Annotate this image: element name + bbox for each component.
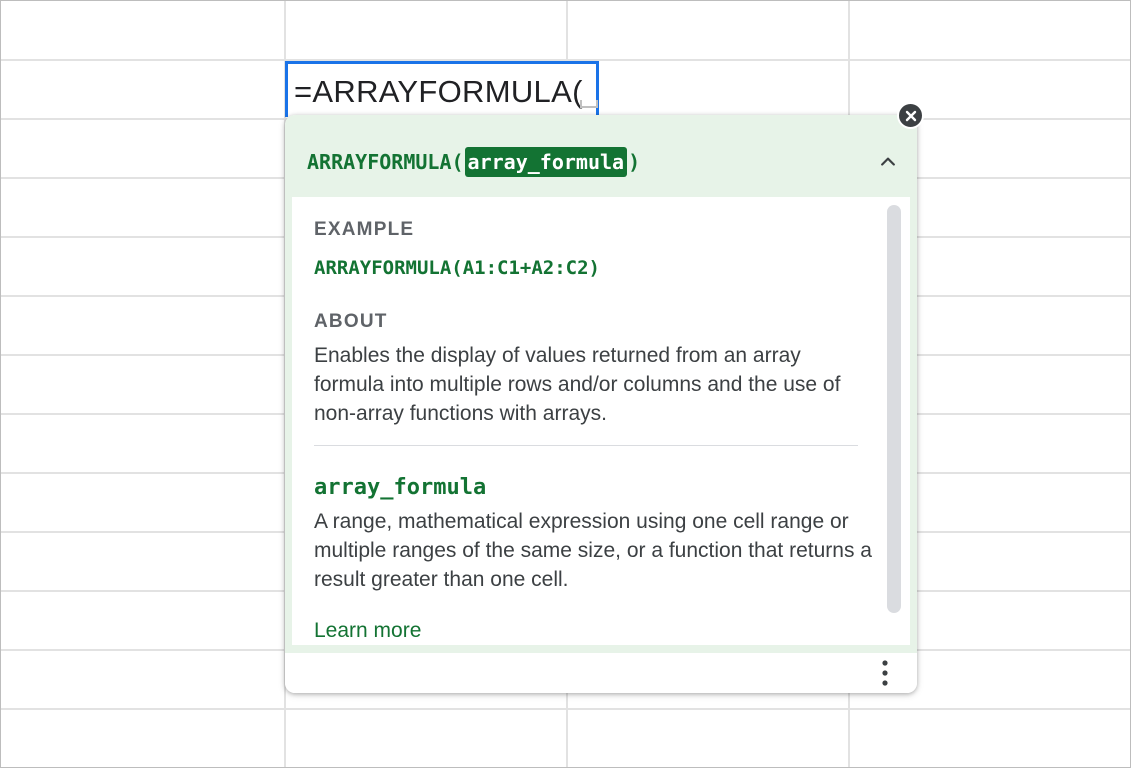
section-divider [314, 445, 858, 446]
parameter-name: array_formula [314, 475, 487, 500]
spreadsheet-window: =ARRAYFORMULA( ARRAYFORMULA(array_formul… [0, 0, 1131, 768]
example-code: ARRAYFORMULA(A1:C1+A2:C2) [314, 257, 600, 279]
formula-help-card: ARRAYFORMULA(array_formula) EXAMPLE ARRA… [285, 115, 917, 693]
active-cell-editor[interactable]: =ARRAYFORMULA( [285, 61, 599, 117]
signature-function-name: ARRAYFORMULA [307, 150, 452, 174]
content-scrollbar[interactable] [887, 205, 901, 613]
cell-formula-input[interactable]: =ARRAYFORMULA( [294, 74, 583, 110]
parameter-description: A range, mathematical expression using o… [314, 510, 872, 591]
about-section-title: ABOUT [314, 311, 388, 332]
more-options-button[interactable] [873, 657, 897, 689]
more-vert-icon [882, 660, 888, 686]
help-card-footer [285, 653, 917, 693]
about-description: Enables the display of values returned f… [314, 344, 841, 425]
example-section-title: EXAMPLE [314, 219, 415, 240]
content-bottom-border [285, 645, 917, 653]
close-help-button[interactable] [897, 102, 924, 129]
chevron-up-icon [881, 157, 895, 166]
grid-row-line [1, 708, 1130, 710]
function-signature: ARRAYFORMULA(array_formula) [307, 147, 640, 177]
help-card-content[interactable]: EXAMPLE ARRAYFORMULA(A1:C1+A2:C2) ABOUT … [292, 197, 910, 645]
signature-open-paren: ( [451, 150, 464, 174]
signature-close-paren: ) [628, 150, 641, 174]
content-left-border [285, 197, 292, 645]
content-right-border [910, 197, 917, 645]
signature-active-param: array_formula [464, 147, 628, 177]
space-marker-icon [580, 100, 598, 108]
close-icon [905, 110, 916, 121]
collapse-button[interactable] [875, 149, 901, 175]
help-card-header[interactable]: ARRAYFORMULA(array_formula) [285, 115, 917, 197]
learn-more-link[interactable]: Learn more [314, 619, 421, 643]
